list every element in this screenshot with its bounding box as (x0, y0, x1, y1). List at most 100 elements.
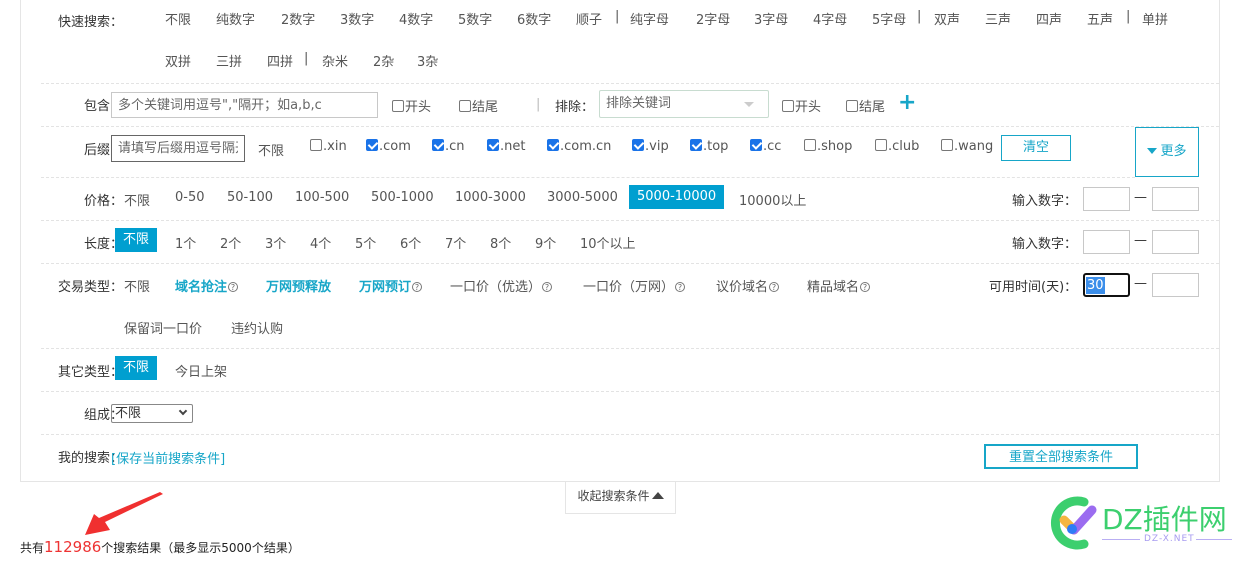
length-option[interactable]: 7个 (445, 233, 466, 252)
suffix-checkbox[interactable]: .com (366, 139, 411, 154)
other-type-option[interactable]: 今日上架 (175, 361, 227, 380)
clear-button[interactable]: 清空 (1001, 135, 1071, 161)
length-option[interactable]: 9个 (535, 233, 556, 252)
checkbox-box[interactable] (632, 139, 644, 151)
quick-search-option[interactable]: 顺子 (576, 9, 602, 28)
help-icon[interactable]: ? (859, 281, 871, 294)
length-max-input[interactable] (1152, 230, 1199, 254)
trade-type-option[interactable]: 域名抢注? (175, 276, 239, 295)
price-option[interactable]: 10000以上 (739, 190, 806, 209)
length-min-input[interactable] (1083, 230, 1130, 254)
quick-search-option[interactable]: 3杂 (417, 51, 438, 70)
suffix-checkbox[interactable]: .xin (310, 139, 347, 154)
price-option[interactable]: 50-100 (227, 190, 273, 205)
quick-search-option[interactable]: 2字母 (696, 9, 730, 28)
other-type-option-selected[interactable]: 不限 (115, 356, 158, 380)
length-option[interactable]: 8个 (490, 233, 511, 252)
quick-search-option[interactable]: 五声 (1087, 9, 1113, 28)
suffix-checkbox[interactable]: .shop (804, 139, 852, 154)
trade-type-option[interactable]: 万网预释放 (266, 276, 331, 295)
trade-type-option[interactable]: 精品域名? (807, 276, 871, 295)
available-days-max-input[interactable] (1152, 273, 1199, 297)
help-icon[interactable]: ? (227, 281, 239, 294)
more-button[interactable]: 更多 (1135, 127, 1199, 177)
checkbox-box[interactable] (690, 139, 702, 151)
trade-type-option[interactable]: 违约认购 (231, 318, 283, 337)
quick-search-option[interactable]: 三声 (985, 9, 1011, 28)
suffix-checkbox[interactable]: .net (487, 139, 525, 154)
length-option[interactable]: 10个以上 (580, 233, 636, 252)
suffix-unlimited[interactable]: 不限 (258, 140, 284, 159)
include-start-checkbox[interactable]: 开头 (392, 96, 431, 115)
save-search-link[interactable]: [保存当前搜索条件] (111, 448, 225, 467)
plus-icon[interactable]: + (898, 90, 916, 115)
price-max-input[interactable] (1152, 187, 1199, 211)
help-icon[interactable]: ? (411, 281, 423, 294)
quick-search-option[interactable]: 纯字母 (630, 9, 669, 28)
price-option[interactable]: 1000-3000 (455, 190, 526, 205)
trade-type-option[interactable]: 一口价（优选）? (450, 276, 553, 295)
checkbox-box[interactable] (804, 139, 816, 151)
suffix-checkbox[interactable]: .cn (432, 139, 465, 154)
suffix-input[interactable] (111, 135, 245, 162)
quick-search-option[interactable]: 纯数字 (216, 9, 255, 28)
quick-search-option[interactable]: 四拼 (267, 51, 293, 70)
available-days-min-input[interactable]: 30 (1083, 273, 1130, 297)
exclude-start-checkbox[interactable]: 开头 (782, 96, 821, 115)
length-option[interactable]: 3个 (265, 233, 286, 252)
price-option[interactable]: 500-1000 (371, 190, 434, 205)
quick-search-option[interactable]: 4数字 (399, 9, 433, 28)
quick-search-option[interactable]: 2数字 (281, 9, 315, 28)
checkbox-box[interactable] (846, 100, 858, 112)
quick-search-option[interactable]: 6数字 (517, 9, 551, 28)
trade-type-option[interactable]: 议价域名? (716, 276, 780, 295)
exclude-keywords-select[interactable]: 排除关键词 (599, 90, 769, 118)
trade-type-option[interactable]: 万网预订? (359, 276, 423, 295)
quick-search-option[interactable]: 2杂 (373, 51, 394, 70)
composition-select[interactable]: 不限 (111, 404, 193, 423)
length-option[interactable]: 2个 (220, 233, 241, 252)
trade-type-option[interactable]: 不限 (124, 276, 150, 295)
suffix-checkbox[interactable]: .top (690, 139, 728, 154)
reset-all-button[interactable]: 重置全部搜索条件 (984, 444, 1138, 469)
suffix-checkbox[interactable]: .cc (750, 139, 781, 154)
quick-search-option[interactable]: 四声 (1036, 9, 1062, 28)
price-min-input[interactable] (1083, 187, 1130, 211)
quick-search-option[interactable]: 双拼 (165, 51, 191, 70)
include-end-checkbox[interactable]: 结尾 (459, 96, 498, 115)
quick-search-option[interactable]: 单拼 (1142, 9, 1168, 28)
length-option[interactable]: 1个 (175, 233, 196, 252)
checkbox-box[interactable] (487, 139, 499, 151)
checkbox-box[interactable] (366, 139, 378, 151)
checkbox-box[interactable] (875, 139, 887, 151)
suffix-checkbox[interactable]: .club (875, 139, 919, 154)
quick-search-option[interactable]: 5数字 (458, 9, 492, 28)
length-option[interactable]: 4个 (310, 233, 331, 252)
checkbox-box[interactable] (782, 100, 794, 112)
checkbox-box[interactable] (547, 139, 559, 151)
help-icon[interactable]: ? (768, 281, 780, 294)
quick-search-option[interactable]: 不限 (165, 9, 191, 28)
quick-search-option[interactable]: 双声 (934, 9, 960, 28)
checkbox-box[interactable] (459, 100, 471, 112)
checkbox-box[interactable] (750, 139, 762, 151)
checkbox-box[interactable] (941, 139, 953, 151)
quick-search-option[interactable]: 3数字 (340, 9, 374, 28)
suffix-checkbox[interactable]: .com.cn (547, 139, 611, 154)
suffix-checkbox[interactable]: .vip (632, 139, 669, 154)
quick-search-option[interactable]: 杂米 (322, 51, 348, 70)
quick-search-option[interactable]: 4字母 (813, 9, 847, 28)
collapse-search-button[interactable]: 收起搜索条件 (565, 482, 676, 514)
quick-search-option[interactable]: 5字母 (872, 9, 906, 28)
price-option[interactable]: 0-50 (175, 190, 205, 205)
help-icon[interactable]: ? (541, 281, 553, 294)
trade-type-option[interactable]: 一口价（万网）? (583, 276, 686, 295)
include-keywords-input[interactable] (111, 92, 378, 118)
quick-search-option[interactable]: 三拼 (216, 51, 242, 70)
price-option[interactable]: 不限 (124, 190, 150, 209)
price-option[interactable]: 3000-5000 (547, 190, 618, 205)
exclude-end-checkbox[interactable]: 结尾 (846, 96, 885, 115)
price-option[interactable]: 100-500 (295, 190, 349, 205)
trade-type-option[interactable]: 保留词一口价 (124, 318, 202, 337)
checkbox-box[interactable] (432, 139, 444, 151)
